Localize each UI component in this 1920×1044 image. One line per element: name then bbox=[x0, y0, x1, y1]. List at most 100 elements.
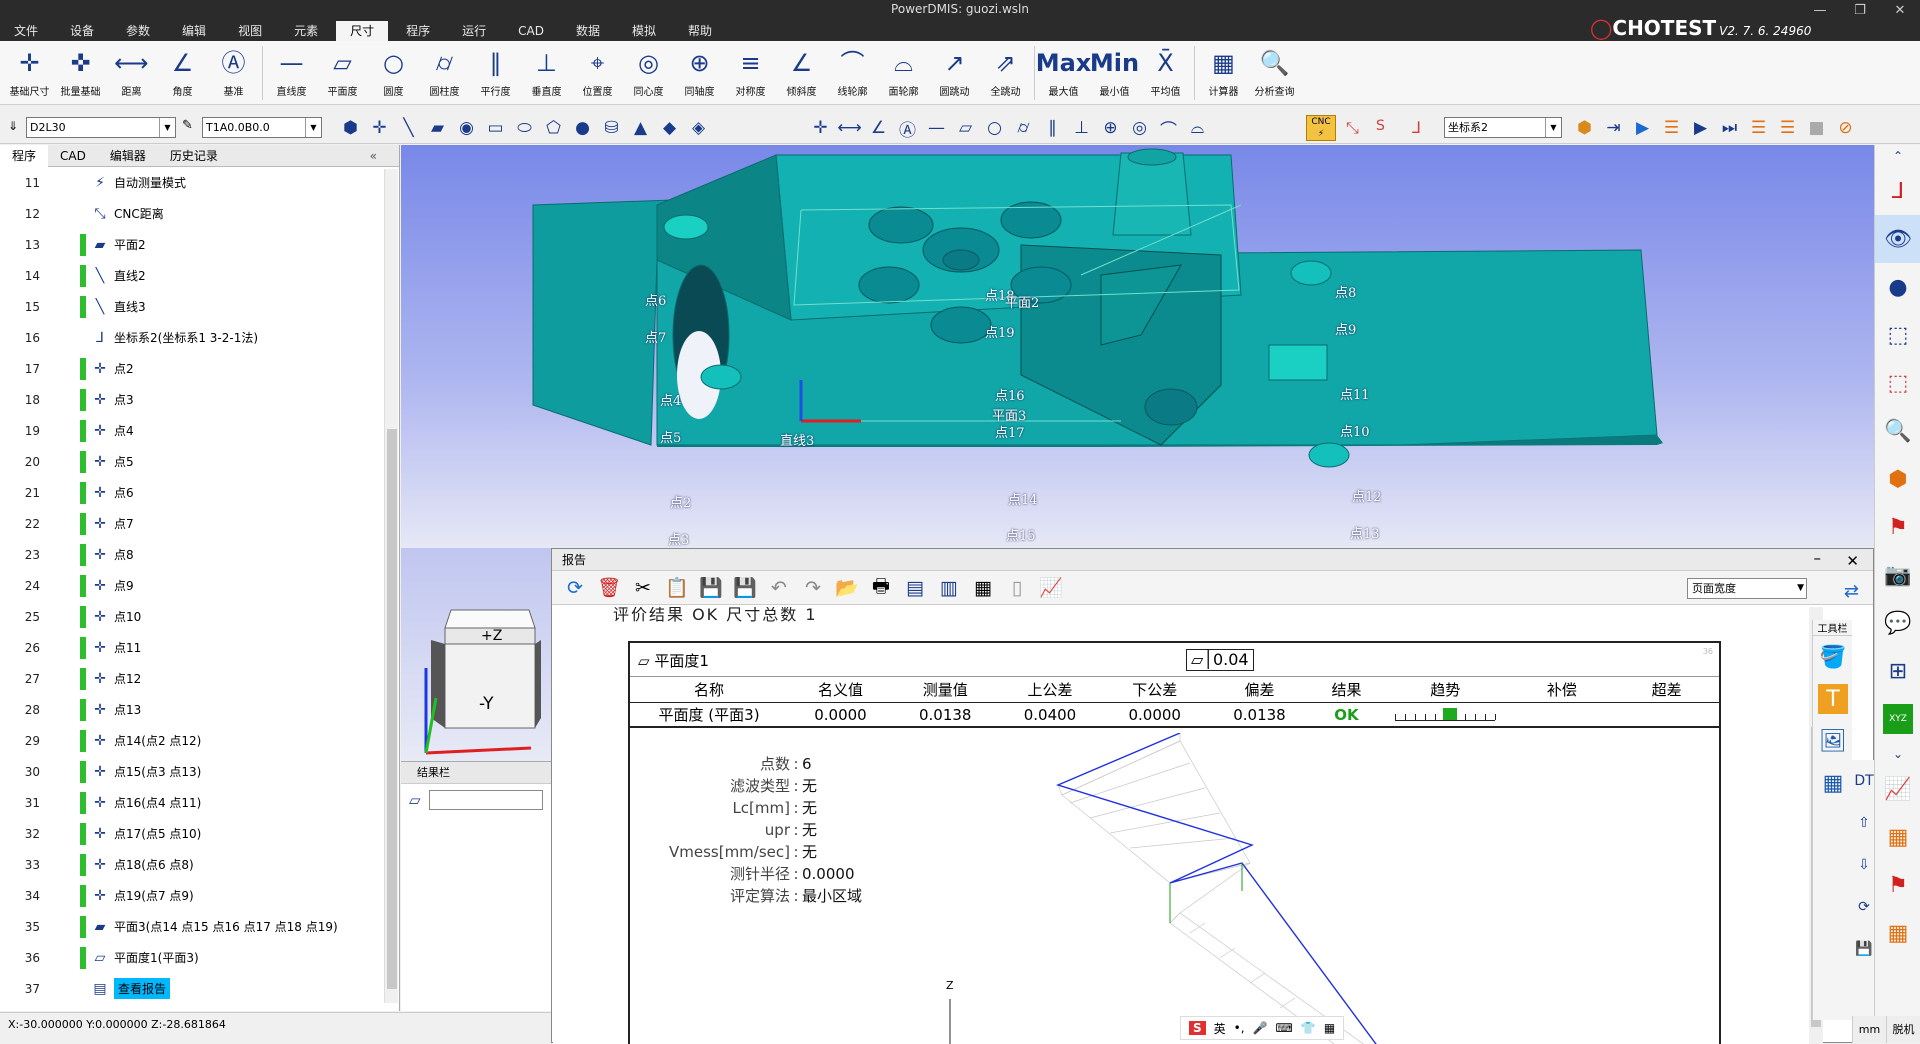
feature-label[interactable]: 点17 bbox=[995, 422, 1025, 441]
axis-view-icon[interactable]: ⅃ bbox=[1875, 167, 1920, 215]
save-icon[interactable]: 💾 bbox=[694, 574, 728, 602]
refresh-icon[interactable]: ⟳ bbox=[558, 574, 592, 602]
menu-3[interactable]: 编辑 bbox=[168, 21, 220, 41]
ribbon-button-1[interactable]: ✜ 批量基础 bbox=[55, 41, 106, 103]
crosshair-icon[interactable]: ✛ bbox=[806, 116, 835, 140]
tree-item[interactable]: 36 ▱ 平面度1(平面3) bbox=[0, 942, 399, 973]
tree-item[interactable]: 37 ▤ 查看报告 bbox=[0, 973, 399, 1004]
rotate-icon[interactable]: ⟳ bbox=[1852, 886, 1876, 928]
concentricity-icon[interactable]: ◎ bbox=[1125, 116, 1154, 140]
cylinder-tool-icon[interactable]: ⛁ bbox=[597, 116, 626, 140]
ribbon-button-7[interactable]: ○ 圆度 bbox=[368, 41, 419, 103]
sphere-tool-icon[interactable]: ● bbox=[568, 116, 597, 140]
clear-icon[interactable]: ⊘ bbox=[1831, 116, 1860, 140]
clipboard-icon[interactable]: ▯ bbox=[1000, 574, 1034, 602]
chevron-down-icon[interactable]: ▼ bbox=[305, 118, 321, 137]
menu-4[interactable]: 视图 bbox=[224, 21, 276, 41]
close-report-icon[interactable]: ✕ bbox=[1846, 550, 1859, 572]
menu-2[interactable]: 参数 bbox=[112, 21, 164, 41]
link-icon[interactable]: ⇄ bbox=[1844, 581, 1859, 602]
cone-tool-icon[interactable]: ▲ bbox=[626, 116, 655, 140]
tab-cad[interactable]: CAD bbox=[48, 145, 98, 167]
collapse-panel-icon[interactable]: « bbox=[358, 145, 389, 167]
menu-11[interactable]: 模拟 bbox=[618, 21, 670, 41]
ribbon-button-12[interactable]: ◎ 同心度 bbox=[623, 41, 674, 103]
tree-item[interactable]: 32 ✛ 点17(点5 点10) bbox=[0, 818, 399, 849]
tree-item[interactable]: 16 ⅃ 坐标系2(坐标系1 3-2-1法) bbox=[0, 322, 399, 353]
offline-mode[interactable]: 脱机 bbox=[1886, 1016, 1920, 1043]
cut-icon[interactable]: ✂ bbox=[626, 574, 660, 602]
plane-tool-icon[interactable]: ▰ bbox=[423, 116, 452, 140]
tree-item[interactable]: 18 ✛ 点3 bbox=[0, 384, 399, 415]
tree-item[interactable]: 24 ✛ 点9 bbox=[0, 570, 399, 601]
menu-8[interactable]: 运行 bbox=[448, 21, 500, 41]
zoom-window-icon[interactable]: ⬚ bbox=[1875, 359, 1920, 407]
tree-item[interactable]: 25 ✛ 点10 bbox=[0, 601, 399, 632]
tree-item[interactable]: 12 ⤡ CNC距离 bbox=[0, 198, 399, 229]
save-as-icon[interactable]: 💾 bbox=[728, 574, 762, 602]
trend-chart-icon[interactable]: 📈 bbox=[1034, 574, 1068, 602]
ribbon-button-15[interactable]: ∠ 倾斜度 bbox=[776, 41, 827, 103]
datum-icon[interactable]: Ⓐ bbox=[893, 116, 922, 141]
cube-front-face[interactable]: -Y bbox=[479, 694, 494, 714]
ribbon-button-2[interactable]: ⟷ 距离 bbox=[106, 41, 157, 103]
ribbon-button-19[interactable]: ⇗ 全跳动 bbox=[980, 41, 1031, 103]
tab-program[interactable]: 程序 bbox=[0, 144, 49, 167]
flatness-icon[interactable]: ▱ bbox=[951, 116, 980, 140]
surface-tool-icon[interactable]: ◆ bbox=[655, 116, 684, 140]
ribbon-button-21[interactable]: Min 最小值 bbox=[1089, 41, 1140, 103]
feature-label[interactable]: 点9 bbox=[1335, 319, 1356, 338]
print-icon[interactable]: 🖶 bbox=[864, 574, 898, 602]
microphone-icon[interactable]: 🎤 bbox=[1253, 1021, 1268, 1035]
fill-icon[interactable]: 🪣 bbox=[1813, 636, 1853, 678]
tree-item[interactable]: 23 ✛ 点8 bbox=[0, 539, 399, 570]
feature-label[interactable]: 点6 bbox=[645, 290, 666, 309]
ribbon-button-11[interactable]: ⌖ 位置度 bbox=[572, 41, 623, 103]
image-tool-icon[interactable]: 🖼 bbox=[1813, 720, 1853, 762]
auto-feature-icon[interactable]: ⬢ bbox=[336, 116, 365, 140]
eye-icon[interactable]: 👁 bbox=[1875, 215, 1920, 263]
collapse-down-icon[interactable]: ⌄ bbox=[1875, 743, 1920, 765]
menu-6[interactable]: 尺寸 bbox=[336, 21, 389, 41]
coordinate-readout-icon[interactable]: XYZ bbox=[1883, 704, 1913, 734]
cnc-mode-button[interactable]: CNC ⚡ bbox=[1306, 115, 1336, 141]
feature-label[interactable]: 点4 bbox=[660, 390, 681, 409]
ime-punct[interactable]: •, bbox=[1234, 1021, 1245, 1035]
ime-lang[interactable]: 英 bbox=[1214, 1020, 1226, 1037]
ribbon-button-13[interactable]: ⊕ 同轴度 bbox=[674, 41, 725, 103]
tree-item[interactable]: 19 ✛ 点4 bbox=[0, 415, 399, 446]
zoom-icon[interactable]: 🔍 bbox=[1875, 407, 1920, 455]
tree-item[interactable]: 30 ✛ 点15(点3 点13) bbox=[0, 756, 399, 787]
ribbon-button-5[interactable]: — 直线度 bbox=[266, 41, 317, 103]
tree-item[interactable]: 11 ⚡ 自动测量模式 bbox=[0, 167, 399, 198]
chevron-down-icon[interactable]: ▼ bbox=[1545, 118, 1561, 137]
cube-top-face[interactable]: +Z bbox=[481, 628, 502, 644]
comment-icon[interactable]: 💬 bbox=[1875, 599, 1920, 647]
menu-0[interactable]: 文件 bbox=[0, 21, 52, 41]
unit-mm[interactable]: mm bbox=[1852, 1016, 1886, 1043]
play-icon[interactable]: ▶ bbox=[1628, 116, 1657, 140]
ribbon-button-4[interactable]: Ⓐ 基准 bbox=[208, 41, 259, 103]
skin-icon[interactable]: 👕 bbox=[1301, 1021, 1316, 1035]
feature-label[interactable]: 点3 bbox=[668, 529, 689, 548]
tree-item[interactable]: 35 ▰ 平面3(点14 点15 点16 点17 点18 点19) bbox=[0, 911, 399, 942]
view-cube[interactable] bbox=[401, 548, 551, 761]
feature-label[interactable]: 点7 bbox=[645, 327, 666, 346]
ribbon-button-22[interactable]: X̄ 平均值 bbox=[1140, 41, 1191, 103]
ribbon-button-16[interactable]: ⌒ 线轮廓 bbox=[827, 41, 878, 103]
cad-viewport[interactable]: 点6 点7 点4 点5 点2 点3 点18 平面2 点19 点16 平面3 点17 直线3 点14 点15 点… bbox=[401, 145, 1874, 548]
undo-icon[interactable]: ↶ bbox=[762, 574, 796, 602]
edge-tool-icon[interactable]: ◈ bbox=[684, 116, 713, 140]
feature-label[interactable]: 点5 bbox=[660, 427, 681, 446]
feature-label[interactable]: 点12 bbox=[1352, 486, 1382, 505]
dt-icon[interactable]: DT bbox=[1852, 760, 1876, 802]
table-tool-icon[interactable]: ▦ bbox=[1813, 762, 1853, 804]
tree-item[interactable]: 15 ╲ 直线3 bbox=[0, 291, 399, 322]
tree-item[interactable]: 14 ╲ 直线2 bbox=[0, 260, 399, 291]
point-tool-icon[interactable]: ✛ bbox=[365, 116, 394, 140]
ribbon-button-8[interactable]: ⌭ 圆柱度 bbox=[419, 41, 470, 103]
step-icon[interactable]: ☰ bbox=[1744, 116, 1773, 140]
ribbon-button-6[interactable]: ▱ 平面度 bbox=[317, 41, 368, 103]
flag-icon[interactable]: ⚑ bbox=[1875, 861, 1920, 909]
ime-menu-icon[interactable]: ▦ bbox=[1324, 1021, 1335, 1035]
